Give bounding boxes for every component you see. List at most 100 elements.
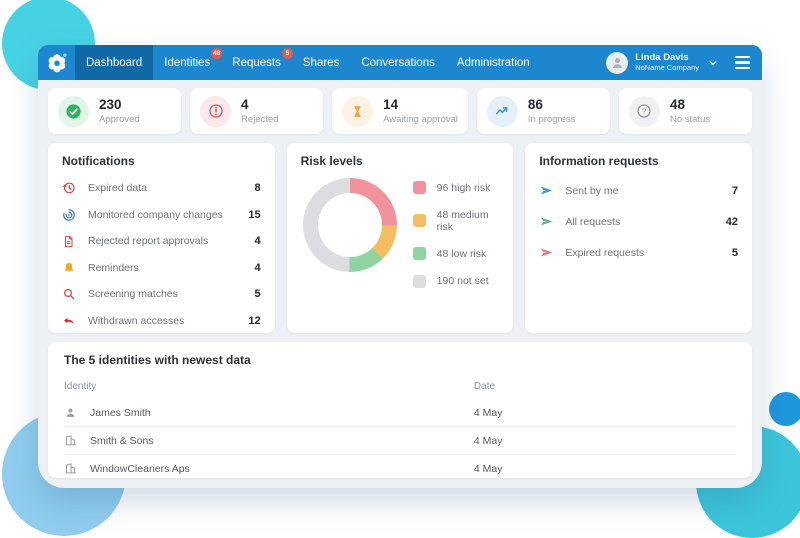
tab-conversations-label: Conversations [361,56,435,69]
legend-swatch-low [412,247,426,260]
tab-dashboard[interactable]: Dashboard [75,45,154,80]
legend-swatch-high [412,181,426,194]
app-window: Dashboard Identities 48 Requests 5 Share… [38,45,762,488]
flower-logo-icon [48,53,67,72]
tab-administration-label: Administration [456,56,530,69]
tab-requests-label: Requests [232,56,281,69]
stat-awaiting-label: Awaiting approval [383,114,458,125]
legend-label: 96 high risk [436,181,491,194]
undo-arrow-icon [62,314,77,328]
notification-screening-matches[interactable]: Screening matches 5 [62,281,261,308]
decor-circle-right-small [769,392,800,426]
risk-legend: 96 high risk 48 medium risk 48 low risk [412,181,500,288]
table-header: Identity Date [64,374,736,399]
identity-name: James Smith [90,406,151,419]
stat-approved-value: 230 [99,97,122,112]
table-row[interactable]: WindowCleaners Aps 4 May [64,455,736,478]
request-count: 7 [731,184,739,197]
notification-count: 5 [254,288,261,301]
information-requests-title: Information requests [539,154,659,168]
tab-identities-label: Identities [164,56,211,69]
stat-card-approved[interactable]: 230 Approved [48,88,182,134]
tab-requests[interactable]: Requests 5 [221,45,293,80]
legend-label: 48 medium risk [436,208,489,233]
trending-up-icon [486,95,518,127]
tab-conversations[interactable]: Conversations [350,45,446,80]
alert-circle-icon [200,95,232,127]
request-sent-by-me[interactable]: Sent by me 7 [539,175,738,206]
legend-not-set: 190 not set [412,274,500,288]
stat-awaiting-value: 14 [383,97,399,112]
table-row[interactable]: Smith & Sons 4 May [64,427,736,455]
request-expired-requests[interactable]: Expired requests 5 [539,237,738,268]
tab-dashboard-label: Dashboard [86,56,143,69]
user-avatar [606,51,629,74]
notification-count: 15 [248,208,261,221]
notification-label: Monitored company changes [88,208,223,221]
notification-count: 4 [254,235,261,248]
request-all-requests[interactable]: All requests 42 [539,206,738,237]
stat-card-awaiting[interactable]: 14 Awaiting approval [332,88,468,134]
notification-rejected-reports[interactable]: Rejected report approvals 4 [62,228,261,255]
question-circle-icon: ? [628,95,660,127]
dashboard-content: 230 Approved 4 Rejected 14 Awaiting appr… [38,80,762,488]
request-count: 5 [731,246,739,259]
stat-rejected-label: Rejected [241,114,279,125]
request-label: All requests [565,215,621,228]
person-icon [612,58,622,69]
information-requests-panel: Information requests Sent by me 7 All re… [525,143,753,333]
notification-reminders[interactable]: Reminders 4 [62,255,261,282]
stat-no-status-value: 48 [669,97,685,112]
magnifier-icon [62,287,77,301]
notification-count: 4 [254,261,261,274]
request-count: 42 [725,215,739,228]
legend-swatch-not-set [412,274,426,288]
svg-text:?: ? [642,107,646,116]
tab-shares[interactable]: Shares [292,45,350,80]
identity-name: WindowCleaners Aps [90,462,190,475]
notification-monitored-changes[interactable]: Monitored company changes 15 [62,202,261,229]
app-logo[interactable] [38,45,75,80]
monitoring-icon [62,208,77,222]
user-info: Linda Davis NoName Company [635,52,699,73]
notification-withdrawn-accesses[interactable]: Withdrawn accesses 12 [62,308,261,335]
stat-in-progress-label: In progress [527,114,576,125]
identities-table-title: The 5 identities with newest data [64,353,251,367]
chevron-down-icon[interactable] [708,58,718,68]
stat-approved-label: Approved [99,114,140,125]
check-circle-icon [58,95,89,127]
tab-administration[interactable]: Administration [446,45,541,80]
tab-identities[interactable]: Identities 48 [153,45,223,80]
risk-levels-panel: Risk levels 96 high risk 48 medium risk [286,143,514,333]
table-row[interactable]: James Smith 4 May [64,399,736,427]
legend-swatch-medium [412,214,426,227]
legend-low-risk: 48 low risk [412,247,500,260]
history-icon [62,181,77,195]
user-company: NoName Company [635,62,699,72]
notification-count: 8 [254,182,261,195]
bell-icon [62,261,77,275]
notification-label: Withdrawn accesses [88,314,185,327]
stat-card-rejected[interactable]: 4 Rejected [190,88,324,134]
notification-expired-data[interactable]: Expired data 8 [62,175,261,202]
building-icon [64,434,79,447]
user-menu[interactable]: Linda Davis NoName Company [606,51,762,74]
send-icon [539,245,554,260]
legend-label: 190 not set [436,275,489,287]
risk-levels-title: Risk levels [300,154,363,168]
newest-identities-card: The 5 identities with newest data Identi… [48,342,752,478]
document-icon [62,235,77,248]
legend-label: 48 low risk [436,247,487,260]
stat-in-progress-value: 86 [527,97,543,112]
risk-donut-chart [302,178,397,272]
send-icon [539,214,554,229]
identity-date: 4 May [473,462,503,475]
stat-card-in-progress[interactable]: 86 In progress [476,88,610,134]
stat-card-no-status[interactable]: ? 48 No status [618,88,753,134]
top-navbar: Dashboard Identities 48 Requests 5 Share… [38,45,762,80]
notification-label: Screening matches [88,288,178,301]
status-cards-row: 230 Approved 4 Rejected 14 Awaiting appr… [48,88,753,134]
hamburger-menu-icon[interactable] [735,56,750,69]
request-label: Sent by me [565,184,619,197]
notification-label: Expired data [88,182,147,195]
